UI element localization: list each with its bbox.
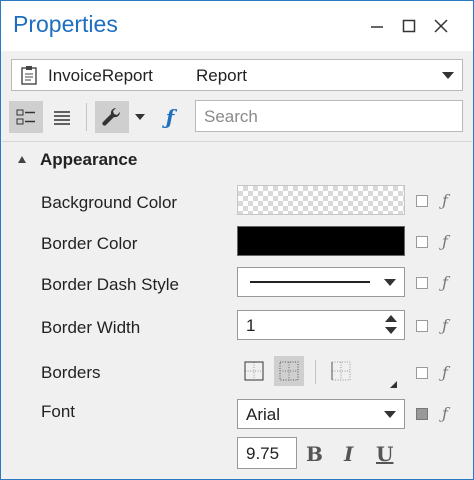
list-icon bbox=[54, 111, 70, 125]
window-title: Properties bbox=[13, 11, 118, 37]
property-row-border-color: Border Color ƒ bbox=[2, 226, 472, 262]
border-width-value: 1 bbox=[246, 316, 256, 335]
maximize-icon bbox=[402, 19, 416, 33]
binding-checkbox[interactable] bbox=[416, 195, 428, 207]
bold-button[interactable]: B bbox=[306, 442, 323, 466]
object-type: Report bbox=[196, 66, 248, 85]
categorized-view-button[interactable] bbox=[9, 101, 43, 133]
object-name: InvoiceReport bbox=[48, 66, 153, 85]
property-row-borders: Borders ƒ bbox=[2, 351, 472, 391]
property-row-border-width: Border Width 1 ƒ bbox=[2, 309, 472, 345]
italic-button[interactable]: I bbox=[344, 442, 353, 466]
font-size-value: 9.75 bbox=[246, 444, 280, 463]
properties-window: Properties InvoiceReport Report ƒ Search… bbox=[0, 0, 474, 480]
borders-none-button[interactable] bbox=[239, 356, 269, 386]
function-icon: ƒ bbox=[165, 105, 175, 129]
borders-expand-icon[interactable] bbox=[390, 381, 397, 388]
borders-custom-button[interactable] bbox=[326, 356, 356, 386]
borders-separator bbox=[315, 360, 316, 384]
property-row-font: Font Arial ƒ 9.75 bbox=[2, 397, 472, 479]
close-icon bbox=[434, 19, 448, 33]
binding-checkbox[interactable] bbox=[416, 320, 428, 332]
property-label: Border Color bbox=[41, 234, 138, 253]
search-placeholder: Search bbox=[204, 107, 258, 126]
border-width-spinner[interactable]: 1 bbox=[237, 310, 405, 340]
expressions-button[interactable]: ƒ bbox=[155, 101, 185, 133]
minimize-icon bbox=[371, 26, 383, 28]
expression-icon[interactable]: ƒ bbox=[442, 363, 448, 382]
binding-checkbox[interactable] bbox=[416, 277, 428, 289]
spin-up-icon bbox=[385, 315, 397, 322]
chevron-down-icon bbox=[384, 411, 396, 418]
font-family-value: Arial bbox=[246, 405, 281, 424]
expression-icon[interactable]: ƒ bbox=[442, 316, 448, 335]
property-label: Font bbox=[41, 402, 76, 421]
wrench-icon bbox=[102, 107, 121, 126]
expression-icon[interactable]: ƒ bbox=[442, 232, 448, 251]
font-family-dropdown[interactable]: Arial bbox=[237, 399, 405, 429]
category-header[interactable]: Appearance bbox=[2, 142, 472, 178]
binding-checkbox[interactable] bbox=[416, 367, 428, 379]
property-row-border-dash-style: Border Dash Style ƒ bbox=[2, 267, 472, 303]
chevron-down-icon bbox=[442, 72, 454, 79]
search-input[interactable]: Search bbox=[195, 100, 463, 132]
property-row-background-color: Background Color ƒ bbox=[2, 184, 472, 220]
border-none-icon bbox=[244, 361, 264, 381]
clipboard-icon bbox=[20, 65, 38, 90]
spin-down-icon bbox=[385, 327, 397, 334]
expression-icon[interactable]: ƒ bbox=[442, 191, 448, 210]
object-selector[interactable]: InvoiceReport Report bbox=[11, 59, 463, 91]
maximize-button[interactable] bbox=[395, 13, 423, 39]
underline-button[interactable]: U bbox=[376, 442, 393, 466]
close-button[interactable] bbox=[427, 13, 455, 39]
minimize-button[interactable] bbox=[363, 13, 391, 39]
properties-button[interactable] bbox=[95, 101, 129, 133]
categorized-icon bbox=[16, 109, 35, 125]
property-label: Background Color bbox=[41, 193, 178, 212]
border-all-icon bbox=[279, 361, 299, 381]
border-custom-icon bbox=[331, 361, 351, 381]
property-label: Border Width bbox=[41, 318, 141, 337]
chevron-down-icon bbox=[384, 279, 396, 286]
solid-line-swatch bbox=[250, 281, 370, 283]
binding-checkbox[interactable] bbox=[416, 236, 428, 248]
category-label: Appearance bbox=[40, 150, 138, 169]
collapse-triangle-icon bbox=[18, 156, 26, 163]
title-bar: Properties bbox=[1, 1, 473, 51]
binding-checkbox[interactable] bbox=[416, 408, 428, 420]
border-color-editor[interactable] bbox=[237, 226, 405, 256]
borders-all-button[interactable] bbox=[274, 356, 304, 386]
alphabetical-view-button[interactable] bbox=[45, 101, 79, 133]
font-size-input[interactable]: 9.75 bbox=[237, 437, 297, 469]
property-grid: Appearance Background Color ƒ Border Col… bbox=[2, 141, 472, 479]
property-label: Border Dash Style bbox=[41, 275, 179, 294]
toolbar-separator bbox=[86, 103, 87, 131]
background-color-editor[interactable] bbox=[237, 185, 405, 215]
expression-icon[interactable]: ƒ bbox=[442, 404, 448, 423]
expression-icon[interactable]: ƒ bbox=[442, 273, 448, 292]
chevron-down-icon bbox=[135, 114, 145, 120]
properties-dropdown-button[interactable] bbox=[129, 101, 151, 133]
property-label: Borders bbox=[41, 363, 101, 382]
border-dash-style-dropdown[interactable] bbox=[237, 267, 405, 297]
